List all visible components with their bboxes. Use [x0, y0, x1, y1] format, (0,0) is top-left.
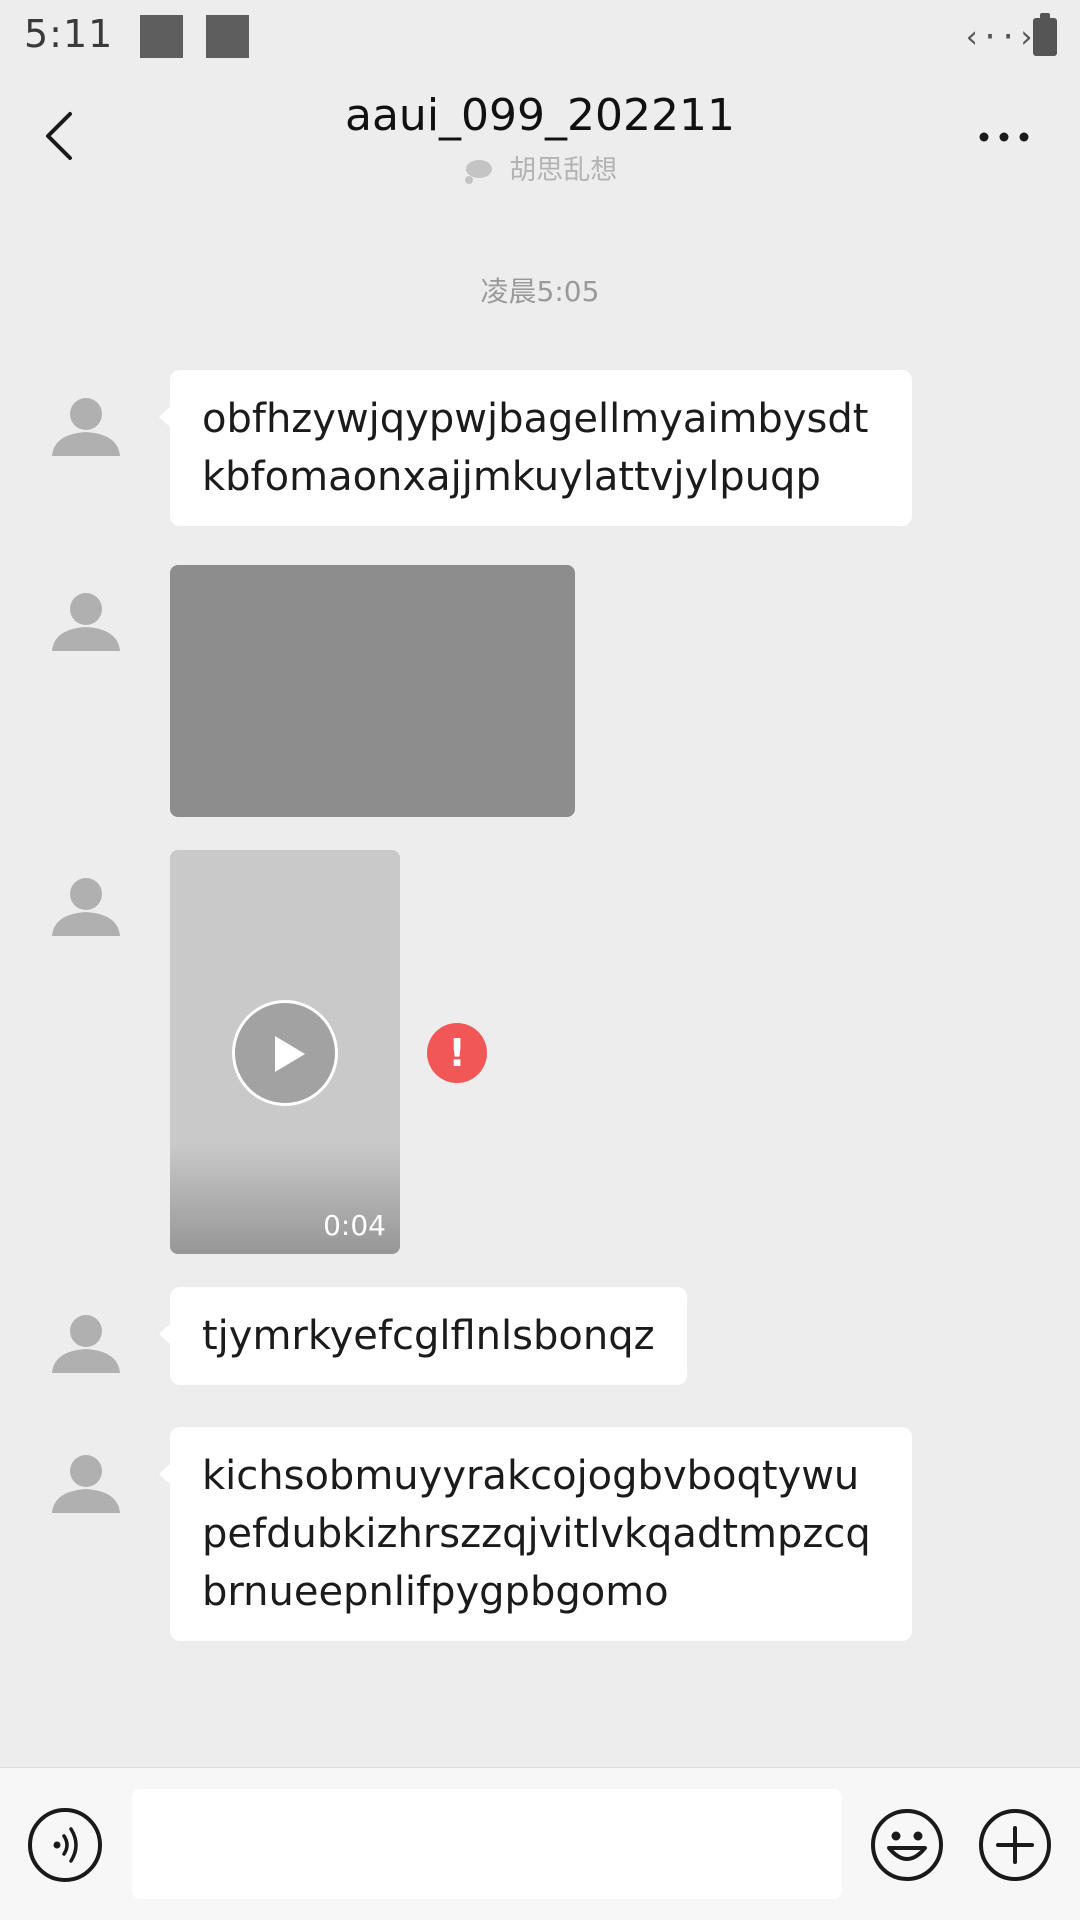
message-input[interactable] [132, 1789, 842, 1899]
avatar[interactable] [50, 587, 122, 659]
chat-bubble-icon [464, 159, 492, 184]
more-dots-icon [979, 132, 1029, 142]
notification-icon [206, 15, 249, 58]
voice-icon [53, 1827, 78, 1863]
chat-subtitle: 胡思乱想 [240, 148, 840, 187]
video-duration: 0:04 [323, 1209, 386, 1242]
more-button[interactable] [974, 122, 1034, 152]
emoji-icon [871, 1809, 943, 1881]
back-button[interactable] [40, 110, 80, 162]
chevron-left-icon [46, 112, 72, 160]
video-message[interactable]: 0:04 [170, 850, 400, 1254]
avatar[interactable] [50, 392, 122, 464]
text-message-bubble[interactable]: obfhzywjqypwjbagellmyaimbysdtkbfomaonxaj… [159, 370, 912, 526]
battery-icon [1033, 13, 1057, 56]
message-timestamp: 凌晨5:05 [480, 275, 600, 308]
avatar[interactable] [50, 872, 122, 944]
chat-title: aaui_099_202211 [345, 90, 735, 141]
text-message-bubble[interactable]: tjymrkyefcglflnlsbonqz [159, 1287, 687, 1385]
plus-icon [979, 1809, 1051, 1881]
status-time: 5:11 [24, 12, 114, 56]
emoji-button[interactable] [870, 1808, 944, 1882]
chat-subtitle-text: 胡思乱想 [509, 155, 618, 186]
image-message[interactable] [170, 565, 575, 817]
status-bar: 5:11 ‹··› [0, 0, 1080, 78]
avatar-placeholder-icon [52, 593, 120, 651]
avatar-placeholder-icon [52, 1455, 120, 1513]
chat-screen: 5:11 ‹··› aaui_099_202211 胡思乱想 凌晨5:05 ob… [0, 0, 1080, 1920]
more-functions-button[interactable] [978, 1808, 1052, 1882]
avatar-placeholder-icon [52, 878, 120, 936]
avatar-placeholder-icon [52, 398, 120, 456]
avatar-placeholder-icon [52, 1315, 120, 1373]
voice-button[interactable] [28, 1808, 102, 1882]
avatar[interactable] [50, 1309, 122, 1381]
play-icon[interactable] [232, 1000, 338, 1106]
input-bar [0, 1767, 1080, 1920]
notification-icon [140, 15, 183, 58]
text-message-bubble[interactable]: kichsobmuyyrakcojogbvboqtywupefdubkizhrs… [159, 1427, 912, 1641]
send-failed-icon[interactable]: ! [427, 1023, 487, 1083]
data-transfer-icon: ‹··› [963, 20, 1036, 55]
avatar[interactable] [50, 1449, 122, 1521]
